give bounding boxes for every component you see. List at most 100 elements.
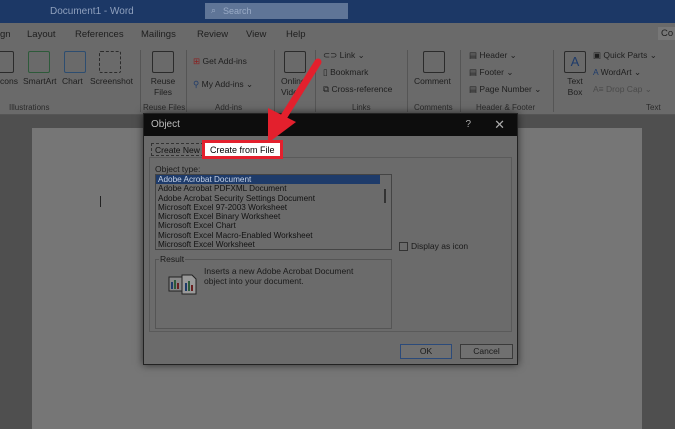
list-item[interactable]: Adobe Acrobat Security Settings Document [156, 194, 380, 203]
tab-mailings[interactable]: Mailings [141, 29, 176, 40]
result-description: Inserts a new Adobe Acrobat Document obj… [204, 266, 354, 286]
get-addins-label: Get Add-ins [202, 56, 247, 66]
chart-icon [64, 51, 86, 73]
drop-cap-button[interactable]: A≡ Drop Cap ⌄ [593, 84, 652, 95]
tab-help[interactable]: Help [286, 29, 306, 40]
title-bar: Document1 - Word ⌕ Search [0, 0, 675, 23]
bookmark-label: Bookmark [330, 67, 369, 77]
tab-references[interactable]: References [75, 29, 124, 40]
search-icon: ⌕ [211, 5, 217, 15]
link-button[interactable]: ⊂⊃ Link ⌄ [323, 50, 365, 61]
tab-view[interactable]: View [246, 29, 266, 40]
divider [140, 50, 141, 112]
group-label-text: Text [646, 103, 661, 112]
icons-icon [0, 51, 14, 73]
list-item[interactable]: Microsoft Excel Macro-Enabled Worksheet [156, 231, 380, 240]
document-title: Document1 - Word [50, 6, 134, 17]
bookmark-button[interactable]: ▯ Bookmark [323, 67, 368, 78]
list-item[interactable]: Adobe Acrobat PDFXML Document [156, 184, 380, 193]
header-icon: ▤ [469, 50, 478, 60]
comment-icon [423, 51, 445, 73]
display-as-icon-label: Display as icon [411, 241, 469, 251]
drop-cap-label: Drop Cap [606, 84, 643, 94]
quick-parts-icon: ▣ [593, 50, 602, 60]
divider [407, 50, 408, 112]
footer-label: Footer [479, 67, 504, 77]
ribbon: cons SmartArt Chart Screenshot Illustrat… [0, 45, 675, 115]
divider [460, 50, 461, 112]
document-object-icon [168, 274, 197, 295]
tab-design[interactable]: gn [0, 29, 11, 40]
ok-button[interactable]: OK [400, 344, 452, 359]
divider [315, 50, 316, 112]
object-type-list[interactable]: Adobe Acrobat Document Adobe Acrobat PDF… [155, 174, 392, 250]
wordart-button[interactable]: A WordArt ⌄ [593, 67, 641, 78]
reuse-files-button[interactable]: Reuse Files [150, 76, 176, 98]
quick-parts-button[interactable]: ▣ Quick Parts ⌄ [593, 50, 657, 61]
group-label-comments: Comments [414, 103, 453, 112]
icons-button[interactable]: cons [0, 76, 18, 86]
tab-review[interactable]: Review [197, 29, 228, 40]
divider [553, 50, 554, 112]
text-box-button[interactable]: Text Box [562, 76, 588, 98]
page-number-button[interactable]: ▤ Page Number ⌄ [469, 84, 541, 95]
divider [186, 50, 187, 112]
cancel-button[interactable]: Cancel [460, 344, 513, 359]
text-cursor [100, 196, 101, 207]
header-label: Header [479, 50, 508, 60]
checkbox-icon [399, 242, 408, 252]
group-label-illustrations: Illustrations [9, 103, 50, 112]
cross-reference-label: Cross-reference [331, 84, 393, 94]
smartart-button[interactable]: SmartArt [23, 76, 57, 86]
result-label: Result [159, 254, 186, 264]
tab-create-new[interactable]: Create New [151, 143, 204, 156]
page-number-icon: ▤ [469, 84, 478, 94]
tab-layout[interactable]: Layout [27, 29, 56, 40]
cross-reference-button[interactable]: ⧉ Cross-reference [323, 84, 392, 95]
screenshot-button[interactable]: Screenshot [90, 76, 133, 86]
list-item[interactable]: Microsoft Excel 97-2003 Worksheet [156, 203, 380, 212]
comments-button[interactable]: Co [658, 27, 675, 40]
group-label-header-footer: Header & Footer [476, 103, 536, 112]
my-addins-label: My Add-ins [201, 79, 244, 89]
smartart-icon [28, 51, 50, 73]
help-button[interactable]: ? [465, 119, 471, 130]
search-box[interactable]: ⌕ Search [205, 3, 348, 19]
list-item[interactable]: Microsoft Excel Worksheet [156, 240, 380, 249]
footer-button[interactable]: ▤ Footer ⌄ [469, 67, 513, 78]
link-icon: ⊂⊃ [323, 50, 338, 60]
chart-button[interactable]: Chart [62, 76, 83, 86]
bookmark-icon: ▯ [323, 67, 328, 77]
group-label-reuse-files: Reuse Files [143, 103, 186, 112]
screenshot-icon [99, 51, 121, 73]
ribbon-tabs: gn Layout References Mailings Review Vie… [0, 23, 675, 45]
drop-cap-icon: A≡ [593, 84, 604, 94]
group-label-links: Links [352, 103, 371, 112]
tab-create-from-file[interactable]: Create from File [202, 140, 283, 159]
list-scrollbar[interactable] [384, 189, 386, 203]
addins-icon: ⚲ [193, 79, 200, 89]
comment-button[interactable]: Comment [414, 76, 451, 86]
reuse-files-icon [152, 51, 174, 73]
online-video-icon [284, 51, 306, 73]
footer-icon: ▤ [469, 67, 478, 77]
my-addins-button[interactable]: ⚲ My Add-ins ⌄ [193, 79, 253, 90]
display-as-icon-checkbox[interactable]: Display as icon [399, 241, 469, 252]
object-type-label: Object type: [155, 164, 201, 174]
object-dialog: Object ? ✕ Create New Create from File O… [143, 113, 518, 365]
list-item[interactable]: Adobe Acrobat Document [156, 175, 380, 185]
divider [274, 50, 275, 112]
store-icon: ⊞ [193, 56, 201, 66]
list-item[interactable]: Microsoft Excel Chart [156, 221, 380, 230]
dialog-title: Object [144, 114, 517, 136]
page-number-label: Page Number [479, 84, 532, 94]
header-button[interactable]: ▤ Header ⌄ [469, 50, 517, 61]
wordart-label: WordArt [600, 67, 632, 77]
link-label: Link [339, 50, 356, 60]
get-addins-button[interactable]: ⊞ Get Add-ins [193, 56, 247, 67]
online-video-button[interactable]: Online Video [281, 76, 306, 98]
group-label-addins: Add-ins [215, 103, 243, 112]
close-button[interactable]: ✕ [494, 117, 505, 133]
search-placeholder: Search [223, 6, 252, 16]
list-item[interactable]: Microsoft Excel Binary Worksheet [156, 212, 380, 221]
